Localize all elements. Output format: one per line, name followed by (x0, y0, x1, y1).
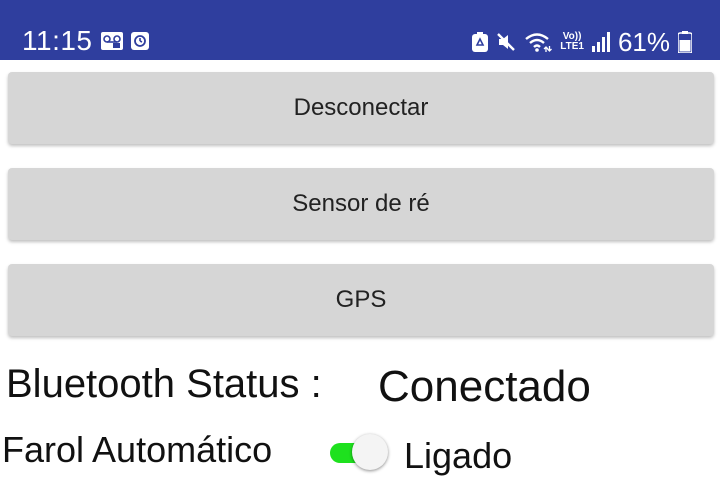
recycle-icon (472, 32, 489, 52)
status-bar-left: 11:15 (22, 26, 149, 56)
auto-headlight-switch[interactable] (328, 434, 390, 470)
battery-percent: 61% (617, 27, 670, 57)
bluetooth-status-value: Conectado (378, 362, 591, 411)
auto-headlight-label: Farol Automático (2, 429, 273, 470)
volte-bottom-text: LTE1 (560, 41, 584, 52)
battery-icon (678, 31, 692, 53)
mute-icon (496, 32, 516, 52)
volte-icon: Vo)) LTE1 (560, 32, 584, 52)
parking-sensor-button[interactable]: Sensor de ré (8, 168, 714, 240)
status-bar: 11:15 Vo)) LTE1 61% (0, 0, 720, 60)
switch-thumb (352, 434, 388, 470)
gps-button[interactable]: GPS (8, 264, 714, 336)
status-bar-right: Vo)) LTE1 61% (472, 28, 692, 56)
clock-app-icon (130, 32, 149, 50)
bluetooth-status-label: Bluetooth Status : (6, 362, 322, 406)
wifi-icon (524, 31, 553, 53)
voicemail-icon (100, 32, 123, 50)
signal-icon (591, 32, 610, 52)
disconnect-button[interactable]: Desconectar (8, 72, 714, 144)
auto-headlight-state: Ligado (404, 435, 513, 476)
status-time: 11:15 (22, 25, 93, 56)
